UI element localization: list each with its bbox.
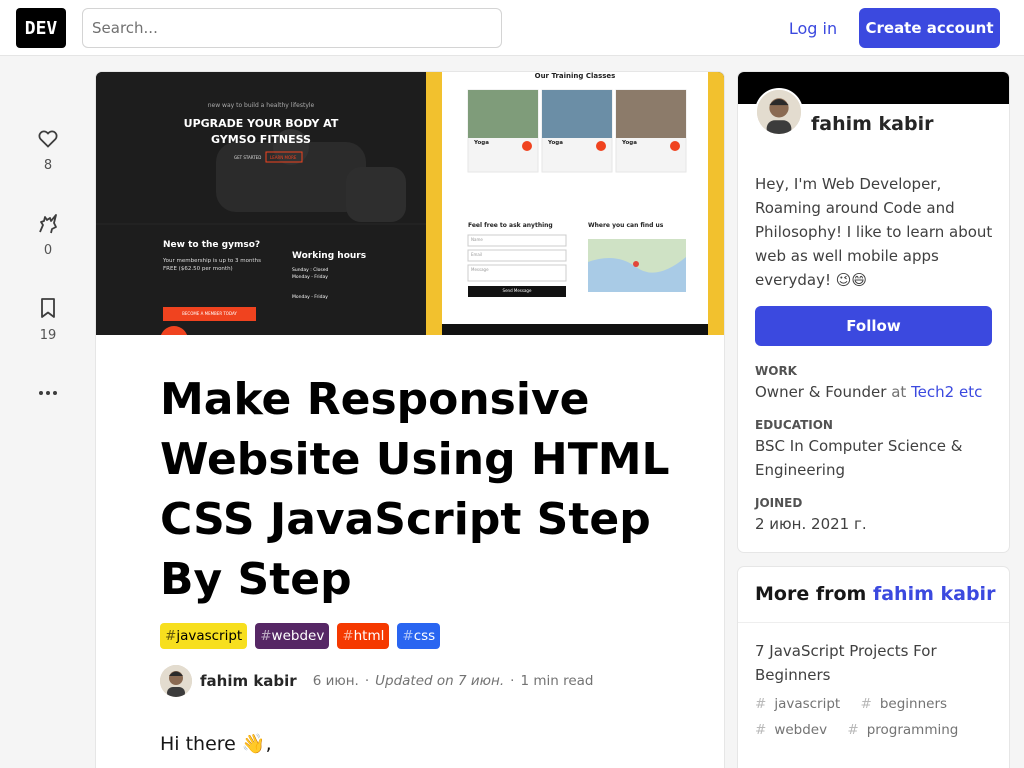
article-tags: # javascript # webdev # html # css bbox=[160, 623, 441, 649]
meta-separator: · bbox=[510, 673, 515, 689]
cover-where-heading: Where you can find us bbox=[588, 222, 664, 229]
search-input[interactable] bbox=[82, 8, 502, 48]
more-from-prefix: More from bbox=[755, 583, 867, 605]
work-label: WORK bbox=[755, 364, 797, 378]
education-value: BSC In Computer Science & Engineering bbox=[755, 437, 963, 479]
save-count: 19 bbox=[39, 328, 57, 343]
author-avatar[interactable] bbox=[160, 665, 192, 697]
joined-label: JOINED bbox=[755, 496, 803, 510]
profile-name[interactable]: fahim kabir bbox=[811, 113, 933, 135]
more-tag-programming[interactable]: # programming bbox=[847, 722, 966, 738]
work-at: at bbox=[891, 383, 907, 401]
article-card: new way to build a healthy lifestyle UPG… bbox=[96, 72, 724, 768]
updated-date: Updated on 7 июн. bbox=[375, 673, 505, 689]
like-count: 8 bbox=[43, 158, 53, 173]
more-tag-webdev[interactable]: # webdev bbox=[755, 722, 835, 738]
cover-hours-3: Monday - Friday bbox=[292, 295, 328, 300]
more-from-card: More from fahim kabir 7 JavaScript Proje… bbox=[738, 567, 1009, 768]
cover-hours-2: Monday - Friday bbox=[292, 275, 328, 280]
joined-value: 2 июн. 2021 г. bbox=[755, 515, 867, 533]
unicorn-count: 0 bbox=[43, 243, 53, 258]
author-profile-card: fahim kabir Hey, I'm Web Developer, Roam… bbox=[738, 72, 1009, 552]
more-tag-beginners[interactable]: # beginners bbox=[861, 696, 956, 712]
work-company: Tech2 etc bbox=[911, 383, 983, 401]
publish-date: 6 июн. bbox=[312, 673, 359, 689]
cover-tagline: new way to build a healthy lifestyle bbox=[207, 102, 315, 109]
author-name[interactable]: fahim kabir bbox=[200, 672, 297, 690]
cover-new-text1: Your membership is up to 3 months bbox=[163, 258, 261, 264]
cover-class-2: Yoga bbox=[548, 140, 563, 146]
cover-send-button: Send Message bbox=[502, 288, 532, 293]
tag-label: html bbox=[353, 628, 385, 644]
profile-avatar[interactable] bbox=[755, 88, 803, 136]
unicorn-reaction-button[interactable]: 0 bbox=[28, 211, 68, 258]
top-navbar: DEV Log in Create account bbox=[0, 0, 1024, 56]
cover-hours-1: Sunday : Closed bbox=[292, 268, 329, 273]
ellipsis-icon bbox=[39, 391, 57, 395]
work-role: Owner & Founder bbox=[755, 383, 887, 401]
tag-css[interactable]: # css bbox=[397, 623, 441, 649]
dev-logo[interactable]: DEV bbox=[16, 8, 66, 48]
cover-field-message: Message bbox=[471, 267, 489, 272]
author-byline: fahim kabir 6 июн. · Updated on 7 июн. ·… bbox=[160, 665, 593, 697]
cover-hero-line2: GYMSO FITNESS bbox=[211, 133, 311, 146]
article-intro: Hi there 👋, bbox=[160, 733, 272, 755]
tag-label: css bbox=[413, 628, 436, 644]
tag-label: webdev bbox=[271, 628, 325, 644]
cover-class-3: Yoga bbox=[622, 140, 637, 146]
divider bbox=[738, 622, 1009, 623]
cover-new-cta: BECOME A MEMBER TODAY bbox=[182, 311, 237, 316]
login-link[interactable]: Log in bbox=[776, 8, 850, 48]
more-from-author-link[interactable]: fahim kabir bbox=[873, 583, 995, 605]
cover-new-heading: New to the gymso? bbox=[163, 240, 261, 250]
unicorn-icon bbox=[39, 214, 57, 234]
profile-bio: Hey, I'm Web Developer, Roaming around C… bbox=[755, 175, 993, 289]
meta-separator: · bbox=[364, 673, 370, 689]
follow-button[interactable]: Follow bbox=[755, 306, 992, 346]
tag-html[interactable]: # html bbox=[337, 623, 390, 649]
cover-contact-heading: Feel free to ask anything bbox=[468, 222, 553, 229]
cover-image: new way to build a healthy lifestyle UPG… bbox=[96, 72, 724, 335]
cover-new-text2: FREE ($62.50 per month) bbox=[163, 266, 233, 272]
create-account-button[interactable]: Create account bbox=[859, 8, 1000, 48]
tag-label: javascript bbox=[176, 628, 243, 644]
cover-class-1: Yoga bbox=[474, 140, 489, 146]
more-options-button[interactable] bbox=[28, 381, 68, 405]
avatar-image bbox=[757, 90, 801, 134]
work-value: Owner & Founder at Tech2 etc bbox=[755, 380, 995, 404]
more-from-heading: More from fahim kabir bbox=[755, 583, 995, 605]
cover-hours-heading: Working hours bbox=[292, 251, 367, 261]
cover-field-name: Name bbox=[471, 237, 483, 242]
cover-learn-more: LEARN MORE bbox=[270, 155, 297, 160]
read-time: 1 min read bbox=[520, 673, 594, 689]
like-reaction-button[interactable]: 8 bbox=[28, 126, 68, 173]
more-post-title[interactable]: 7 JavaScript Projects For Beginners bbox=[755, 639, 995, 687]
heart-icon bbox=[38, 130, 58, 148]
cover-illustration bbox=[96, 72, 724, 335]
cover-classes-heading: Our Training Classes bbox=[534, 72, 616, 80]
avatar-image bbox=[160, 665, 192, 697]
more-tag-javascript[interactable]: # javascript bbox=[755, 696, 848, 712]
save-reaction-button[interactable]: 19 bbox=[28, 296, 68, 343]
cover-get-started: GET STARTED bbox=[234, 155, 262, 160]
tag-javascript[interactable]: # javascript bbox=[160, 623, 248, 649]
education-label: EDUCATION bbox=[755, 418, 833, 432]
bookmark-icon bbox=[41, 298, 55, 318]
tag-webdev[interactable]: # webdev bbox=[255, 623, 330, 649]
more-post-tags: # javascript # beginners # webdev # programm… bbox=[755, 691, 995, 743]
cover-hero-line1: UPGRADE YOUR BODY AT bbox=[183, 117, 339, 130]
article-title: Make Responsive Website Using HTML CSS J… bbox=[160, 374, 670, 605]
cover-field-email: Email bbox=[471, 252, 483, 257]
